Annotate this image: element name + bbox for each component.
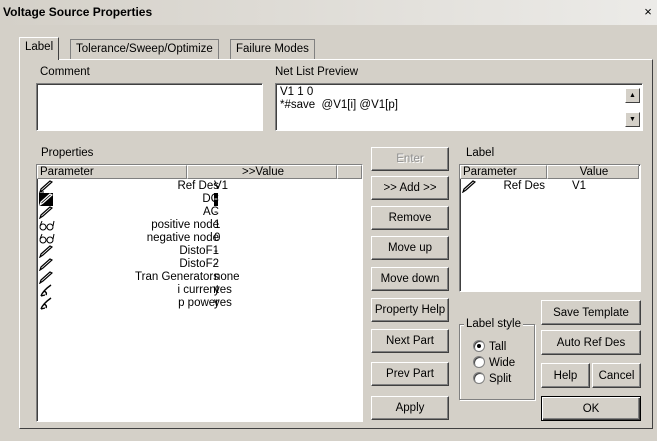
help-button[interactable]: Help: [541, 363, 590, 388]
property-name: p power: [178, 297, 219, 309]
scroll-down-icon[interactable]: ▼: [625, 112, 640, 127]
properties-label: Properties: [41, 147, 94, 159]
property-value: -: [214, 193, 218, 206]
apply-button[interactable]: Apply: [371, 396, 449, 420]
radio-unchecked-icon: [473, 356, 485, 368]
glasses-icon: [39, 232, 55, 245]
move-down-button[interactable]: Move down: [371, 267, 449, 291]
close-button[interactable]: ×: [641, 4, 655, 20]
cancel-button[interactable]: Cancel: [592, 363, 641, 388]
property-value: none: [214, 271, 240, 283]
property-row[interactable]: Ref Des V1: [37, 180, 347, 194]
property-row[interactable]: Tran Generators none: [37, 271, 347, 285]
property-value: -: [214, 245, 218, 257]
label-col-value[interactable]: Value: [547, 165, 639, 179]
property-value: -: [214, 206, 218, 218]
next-part-button[interactable]: Next Part: [371, 329, 449, 353]
radio-wide[interactable]: Wide: [473, 356, 515, 369]
radio-unchecked-icon: [473, 372, 485, 384]
property-name: i current: [177, 284, 219, 296]
move-up-button[interactable]: Move up: [371, 236, 449, 260]
netlist-line-2: *#save @V1[i] @V1[p]: [280, 99, 398, 111]
scroll-up-icon[interactable]: ▲: [625, 88, 640, 103]
label-row[interactable]: Ref Des V1: [460, 180, 640, 194]
pencil-icon: [38, 271, 54, 285]
tab-failure-modes[interactable]: Failure Modes: [230, 39, 315, 59]
property-help-button[interactable]: Property Help: [371, 298, 449, 322]
label-list[interactable]: Parameter Value Ref Des V1: [459, 164, 641, 292]
properties-list[interactable]: Parameter >>Value Ref Des V1 DC - AC - p…: [36, 164, 363, 422]
property-name: Ref Des: [177, 180, 219, 192]
radio-checked-icon: [473, 340, 485, 352]
remove-button[interactable]: Remove: [371, 206, 449, 230]
netlist-preview[interactable]: V1 1 0 *#save @V1[i] @V1[p] ▲ ▼: [275, 83, 643, 131]
glasses-icon: [39, 219, 55, 232]
radio-split-label: Split: [489, 373, 512, 385]
pencil-icon: [38, 258, 54, 272]
tab-label[interactable]: Label: [19, 37, 60, 60]
add-button[interactable]: >> Add >>: [371, 176, 449, 200]
property-value: V1: [214, 180, 229, 192]
prev-part-button[interactable]: Prev Part: [371, 362, 449, 386]
property-value: -: [214, 258, 218, 270]
script-pen-icon: [39, 297, 53, 310]
label-row-value: V1: [572, 180, 587, 192]
pencil-selected-icon: [38, 193, 54, 207]
property-row[interactable]: i current yes: [37, 284, 347, 297]
property-row[interactable]: DistoF2 -: [37, 258, 347, 272]
netlist-line-1: V1 1 0: [280, 86, 314, 98]
property-row[interactable]: positive node 1: [37, 219, 347, 232]
properties-col-value[interactable]: >>Value: [187, 165, 337, 179]
label-row-name: Ref Des: [503, 180, 545, 192]
property-value: yes: [214, 284, 232, 296]
pencil-icon: [461, 180, 477, 194]
tab-tolerance-sweep-optimize[interactable]: Tolerance/Sweep/Optimize: [70, 39, 219, 59]
netlist-label: Net List Preview: [275, 66, 359, 78]
property-row[interactable]: negative node 0: [37, 232, 347, 245]
property-value: yes: [214, 297, 232, 309]
pencil-icon: [38, 180, 54, 194]
property-value: 0: [214, 232, 221, 244]
label-style-title: Label style: [464, 318, 523, 330]
radio-tall[interactable]: Tall: [473, 340, 506, 353]
auto-ref-des-button[interactable]: Auto Ref Des: [541, 330, 641, 355]
property-name: negative node: [146, 232, 219, 244]
property-name: positive node: [151, 219, 219, 231]
property-value: 1: [214, 219, 221, 231]
pencil-icon: [38, 206, 54, 220]
property-row[interactable]: DC -: [37, 193, 347, 207]
pencil-icon: [38, 245, 54, 259]
comment-label: Comment: [40, 66, 90, 78]
properties-col-filler: [337, 165, 362, 179]
save-template-button[interactable]: Save Template: [541, 300, 641, 325]
properties-col-parameter[interactable]: Parameter: [37, 165, 187, 179]
voltage-source-dialog: Voltage Source Properties × Label Tolera…: [0, 0, 657, 441]
window-title: Voltage Source Properties: [3, 5, 153, 19]
enter-button[interactable]: Enter: [371, 147, 449, 171]
label-panel-label: Label: [466, 147, 495, 159]
ok-button[interactable]: OK: [541, 396, 641, 421]
property-row[interactable]: AC -: [37, 206, 347, 220]
script-pen-icon: [39, 284, 53, 297]
label-col-parameter[interactable]: Parameter: [460, 165, 547, 179]
comment-field[interactable]: [36, 83, 263, 131]
property-name: Tran Generators: [135, 271, 219, 283]
radio-wide-label: Wide: [489, 357, 516, 369]
title-bar[interactable]: Voltage Source Properties ×: [0, 0, 657, 25]
radio-tall-label: Tall: [489, 341, 507, 353]
radio-split[interactable]: Split: [473, 372, 511, 385]
property-row[interactable]: DistoF1 -: [37, 245, 347, 259]
property-row[interactable]: p power yes: [37, 297, 347, 310]
